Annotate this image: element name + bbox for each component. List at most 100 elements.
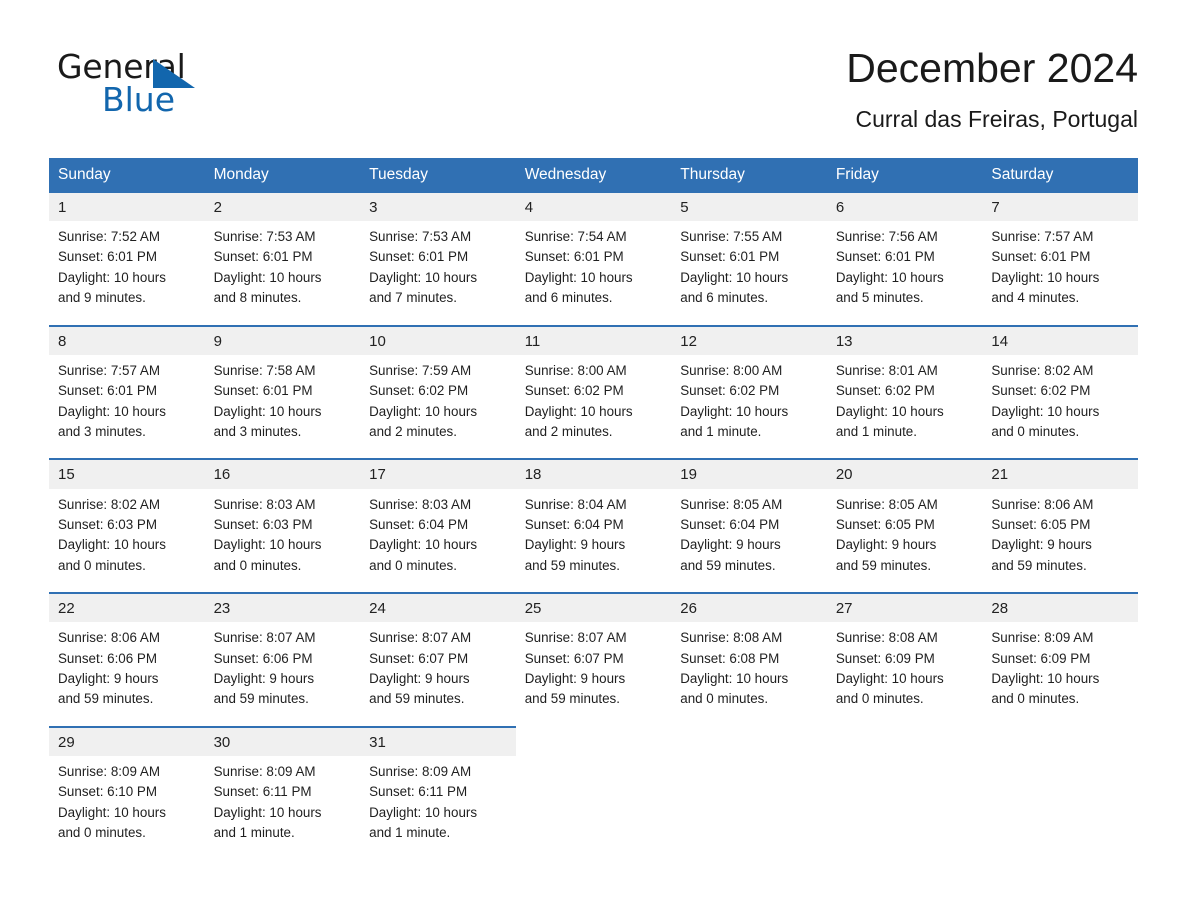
day-daylight-line-text: and 59 minutes. — [369, 691, 465, 707]
day-number[interactable]: 10 — [360, 326, 516, 355]
day-cell[interactable]: Sunrise: 8:05 AM Sunset: 6:04 PM Daylight:… — [671, 488, 827, 593]
day-daylight-line-text: Daylight: 10 hours — [213, 403, 322, 419]
day-cell[interactable]: Sunrise: 8:09 AM Sunset: 6:11 PM Daylight:… — [204, 756, 361, 860]
day-number[interactable]: 9 — [204, 326, 361, 355]
day-cell[interactable]: Sunrise: 8:06 AM Sunset: 6:05 PM Daylight:… — [982, 488, 1138, 593]
day-number[interactable]: 28 — [982, 594, 1138, 623]
day-number[interactable]: 1 — [49, 192, 205, 222]
day-number[interactable]: 17 — [360, 460, 516, 489]
day-cell[interactable]: Sunrise: 8:07 AM Sunset: 6:07 PM Daylight:… — [515, 622, 672, 726]
day-cell[interactable]: Sunrise: 8:02 AM Sunset: 6:02 PM Daylight:… — [982, 354, 1138, 459]
day-number[interactable]: 11 — [515, 326, 672, 355]
day-number[interactable]: 8 — [49, 326, 205, 355]
day-cell[interactable]: Sunrise: 8:01 AM Sunset: 6:02 PM Daylight:… — [826, 354, 983, 459]
day-number[interactable]: 5 — [671, 192, 827, 222]
day-number[interactable]: 22 — [49, 594, 205, 623]
day-sunrise-text: Sunrise: 8:00 AM — [524, 362, 627, 378]
day-cell[interactable]: Sunrise: 7:54 AM Sunset: 6:01 PM Daylight:… — [515, 221, 672, 325]
day-sunset-text: Sunset: 6:07 PM — [369, 650, 469, 666]
day-cell[interactable]: Sunrise: 7:53 AM Sunset: 6:01 PM Daylight:… — [360, 221, 516, 325]
day-sunset-text: Sunset: 6:04 PM — [524, 516, 624, 532]
day-sunset-text: Sunset: 6:02 PM — [835, 383, 935, 399]
day-number[interactable]: 6 — [826, 192, 983, 222]
day-daylight-line-text: Daylight: 9 hours — [524, 671, 626, 687]
day-sunrise-text: Sunrise: 8:07 AM — [369, 630, 472, 646]
day-cell[interactable]: Sunrise: 8:04 AM Sunset: 6:04 PM Daylight:… — [515, 488, 672, 593]
day-cell[interactable]: Sunrise: 8:03 AM Sunset: 6:04 PM Daylight:… — [360, 488, 516, 593]
calendar-page: General Blue December 2024 Curral das Fr… — [0, 0, 1188, 918]
day-number[interactable]: 13 — [826, 326, 983, 355]
day-cell[interactable]: Sunrise: 7:56 AM Sunset: 6:01 PM Daylight:… — [826, 221, 983, 325]
day-sunrise-text: Sunrise: 7:54 AM — [524, 229, 627, 245]
day-sunset-text: Sunset: 6:01 PM — [991, 249, 1091, 265]
day-cell[interactable]: Sunrise: 7:57 AM Sunset: 6:01 PM Daylight:… — [49, 354, 205, 459]
day-number[interactable]: 24 — [360, 594, 516, 623]
day-sunset-text: Sunset: 6:06 PM — [213, 650, 313, 666]
day-number[interactable]: 7 — [982, 192, 1138, 222]
day-cell[interactable]: Sunrise: 8:00 AM Sunset: 6:02 PM Daylight:… — [515, 354, 672, 459]
day-number[interactable]: 20 — [826, 460, 983, 489]
day-sunset-text: Sunset: 6:01 PM — [369, 249, 469, 265]
day-number[interactable]: 12 — [671, 326, 827, 355]
day-cell[interactable]: Sunrise: 8:08 AM Sunset: 6:08 PM Daylight:… — [671, 622, 827, 726]
day-cell[interactable]: Sunrise: 7:53 AM Sunset: 6:01 PM Daylight:… — [204, 221, 361, 325]
day-cell[interactable]: Sunrise: 8:09 AM Sunset: 6:10 PM Daylight:… — [49, 756, 205, 860]
day-number-row: 8 9 10 11 12 13 14 — [49, 326, 1138, 355]
day-number[interactable]: 2 — [204, 192, 361, 222]
day-info-row: Sunrise: 7:52 AM Sunset: 6:01 PM Daylight:… — [49, 221, 1138, 325]
day-sunrise-text: Sunrise: 7:55 AM — [680, 229, 783, 245]
day-sunrise-text: Sunrise: 8:09 AM — [991, 630, 1094, 646]
empty-day-cell — [982, 727, 1138, 757]
day-info-row: Sunrise: 8:09 AM Sunset: 6:10 PM Daylight:… — [49, 756, 1138, 860]
day-cell[interactable]: Sunrise: 7:58 AM Sunset: 6:01 PM Daylight:… — [204, 354, 361, 459]
day-daylight-line-text: and 6 minutes. — [524, 290, 613, 306]
calendar-table: Sunday Monday Tuesday Wednesday Thursday… — [49, 158, 1138, 860]
day-cell[interactable]: Sunrise: 7:52 AM Sunset: 6:01 PM Daylight:… — [49, 221, 205, 325]
day-number[interactable]: 25 — [515, 594, 672, 623]
day-number[interactable]: 26 — [671, 594, 827, 623]
day-sunrise-text: Sunrise: 8:01 AM — [835, 362, 938, 378]
day-number[interactable]: 21 — [982, 460, 1138, 489]
page-header: General Blue December 2024 Curral das Fr… — [0, 0, 1188, 132]
day-daylight-line-text: Daylight: 9 hours — [680, 537, 781, 553]
day-cell[interactable]: Sunrise: 7:57 AM Sunset: 6:01 PM Daylight:… — [982, 221, 1138, 325]
day-number[interactable]: 31 — [360, 727, 516, 757]
day-sunrise-text: Sunrise: 8:09 AM — [213, 764, 316, 780]
day-number[interactable]: 4 — [515, 192, 672, 222]
day-sunrise-text: Sunrise: 8:05 AM — [680, 496, 783, 512]
day-cell[interactable]: Sunrise: 8:03 AM Sunset: 6:03 PM Daylight:… — [204, 488, 361, 593]
day-number[interactable]: 23 — [204, 594, 361, 623]
general-blue-logo[interactable]: General Blue — [57, 50, 317, 120]
day-sunset-text: Sunset: 6:01 PM — [213, 249, 313, 265]
day-daylight-line-text: Daylight: 10 hours — [835, 671, 944, 687]
day-cell[interactable]: Sunrise: 8:00 AM Sunset: 6:02 PM Daylight:… — [671, 354, 827, 459]
day-cell[interactable]: Sunrise: 8:05 AM Sunset: 6:05 PM Daylight:… — [826, 488, 983, 593]
empty-day-cell — [826, 756, 983, 860]
day-cell[interactable]: Sunrise: 7:59 AM Sunset: 6:02 PM Daylight:… — [360, 354, 516, 459]
day-daylight-line-text: and 1 minute. — [680, 423, 762, 439]
day-sunset-text: Sunset: 6:01 PM — [58, 249, 157, 265]
day-number[interactable]: 27 — [826, 594, 983, 623]
day-daylight-line-text: Daylight: 10 hours — [369, 537, 478, 553]
day-daylight-line-text: and 59 minutes. — [524, 691, 620, 707]
day-cell[interactable]: Sunrise: 8:09 AM Sunset: 6:09 PM Daylight:… — [982, 622, 1138, 726]
empty-day-cell — [671, 756, 827, 860]
day-number[interactable]: 29 — [49, 727, 205, 757]
day-cell[interactable]: Sunrise: 8:08 AM Sunset: 6:09 PM Daylight:… — [826, 622, 983, 726]
day-cell[interactable]: Sunrise: 7:55 AM Sunset: 6:01 PM Daylight:… — [671, 221, 827, 325]
day-number[interactable]: 16 — [204, 460, 361, 489]
day-number[interactable]: 3 — [360, 192, 516, 222]
day-cell[interactable]: Sunrise: 8:09 AM Sunset: 6:11 PM Daylight:… — [360, 756, 516, 860]
weekday-header-sunday: Sunday — [49, 158, 205, 193]
day-cell[interactable]: Sunrise: 8:06 AM Sunset: 6:06 PM Daylight:… — [49, 622, 205, 726]
day-number[interactable]: 15 — [49, 460, 205, 489]
day-number[interactable]: 19 — [671, 460, 827, 489]
day-cell[interactable]: Sunrise: 8:07 AM Sunset: 6:06 PM Daylight:… — [204, 622, 361, 726]
day-cell[interactable]: Sunrise: 8:02 AM Sunset: 6:03 PM Daylight:… — [49, 488, 205, 593]
day-cell[interactable]: Sunrise: 8:07 AM Sunset: 6:07 PM Daylight:… — [360, 622, 516, 726]
day-sunset-text: Sunset: 6:01 PM — [213, 383, 313, 399]
day-number[interactable]: 30 — [204, 727, 361, 757]
day-number[interactable]: 18 — [515, 460, 672, 489]
day-daylight-line-text: Daylight: 10 hours — [680, 671, 789, 687]
day-number[interactable]: 14 — [982, 326, 1138, 355]
